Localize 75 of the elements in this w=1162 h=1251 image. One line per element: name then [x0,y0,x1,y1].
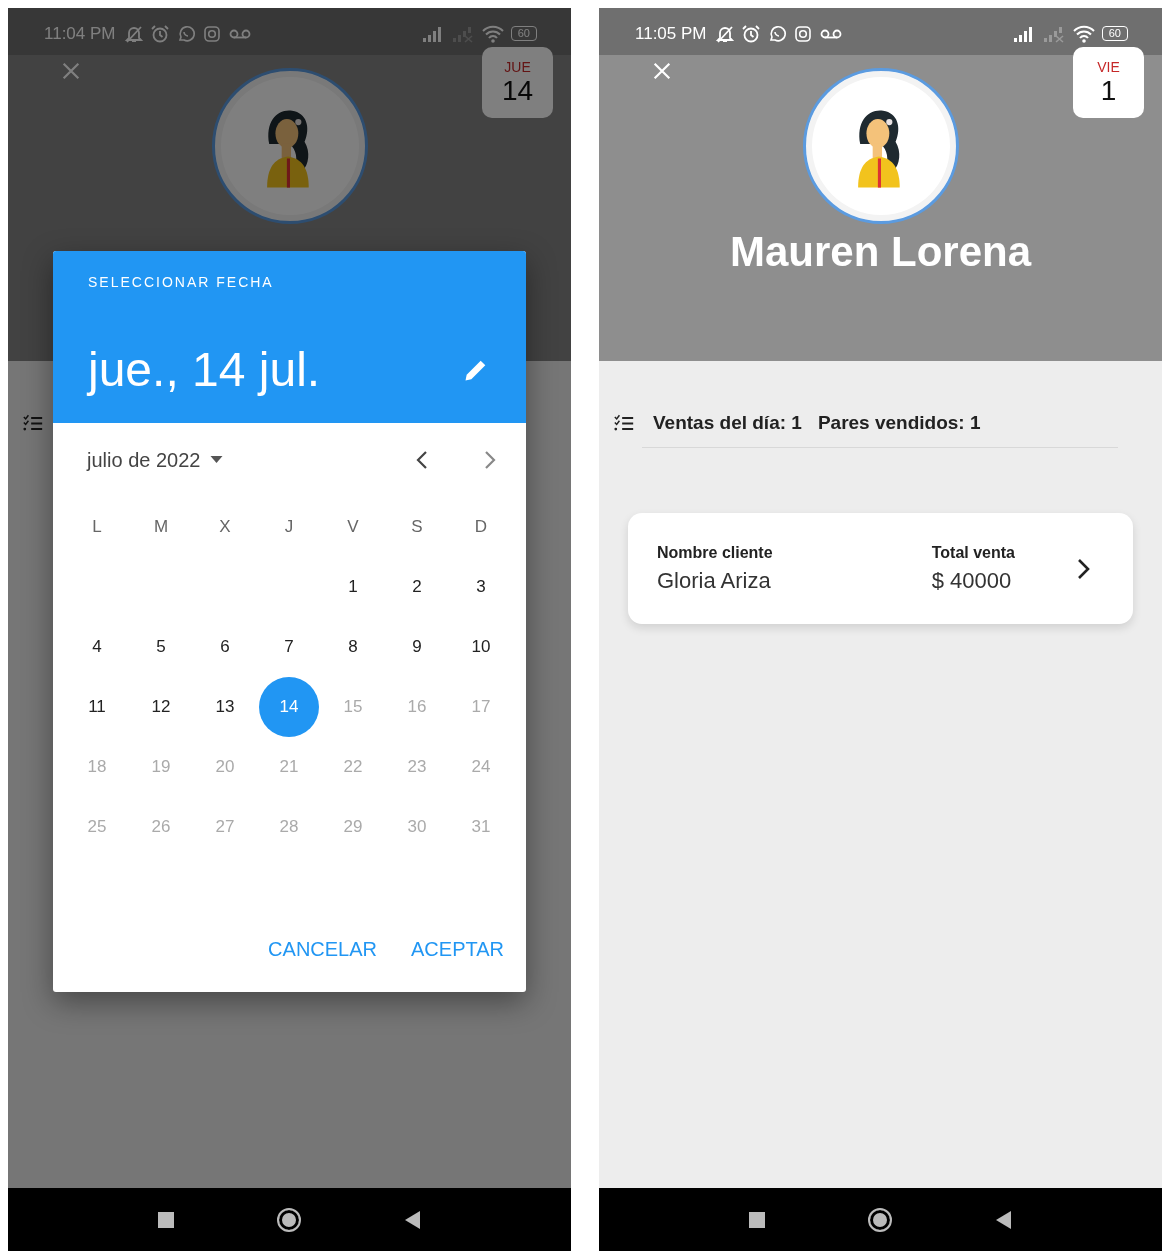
next-month-icon[interactable] [484,450,496,470]
date-badge-day: 14 [501,74,534,107]
previous-month-icon[interactable] [416,450,428,470]
selected-date: jue., 14 jul. [88,342,322,397]
sale-card[interactable]: Nombre cliente Gloria Ariza Total venta $ 40000 [628,513,1133,624]
calendar-day: 23 [387,737,447,797]
dialog-title: SELECCIONAR FECHA [88,274,275,290]
alarm-clock-icon [149,23,170,44]
date-badge-day: 1 [1100,74,1117,107]
calendar-day: 30 [387,797,447,857]
battery-indicator: 60 [1101,26,1128,41]
total-label: Total venta [931,543,1015,562]
close-icon[interactable] [651,60,673,82]
home-button[interactable] [277,1207,301,1232]
wifi-icon [1071,23,1096,44]
calendar-day: 26 [131,797,191,857]
calendar-day[interactable]: 13 [195,677,255,737]
calendar-day[interactable]: 1 [323,557,383,617]
caret-down-icon[interactable] [210,456,224,464]
calendar-day[interactable]: 12 [131,677,191,737]
weekday-label: M [153,517,169,537]
calendar-day: 18 [67,737,127,797]
calendar-day[interactable]: 2 [387,557,447,617]
date-badge-weekday: JUE [504,58,531,75]
sales-count: Ventas del día: 1 [653,412,802,434]
month-selector[interactable]: julio de 2022 [87,448,201,472]
calendar-day: 25 [67,797,127,857]
weekday-label: X [219,517,231,537]
calendar-day: 24 [451,737,511,797]
alarm-clock-icon [740,23,761,44]
profile-name: Mauren Lorena [729,228,1032,276]
calendar-day: 17 [451,677,511,737]
recents-button[interactable] [158,1211,174,1228]
calendar-day[interactable]: 10 [451,617,511,677]
weekday-label: S [411,517,423,537]
status-time: 11:05 PM [635,23,707,44]
calendar-day[interactable]: 9 [387,617,447,677]
calendar-day: 31 [451,797,511,857]
calendar-day[interactable]: 3 [451,557,511,617]
close-icon[interactable] [60,60,82,82]
checklist-icon [22,413,44,433]
status-time: 11:04 PM [44,23,116,44]
recents-button[interactable] [749,1211,765,1228]
checklist-icon [613,413,635,433]
calendar-day: 28 [259,797,319,857]
calendar-day: 19 [131,737,191,797]
calendar-day[interactable]: 11 [67,677,127,737]
calendar-day: 16 [387,677,447,737]
camera-icon [792,23,813,44]
back-button[interactable] [996,1210,1012,1229]
client-label: Nombre cliente [657,543,774,562]
date-badge-weekday: VIE [1097,58,1120,75]
calendar-day: 29 [323,797,383,857]
weekday-label: J [284,517,294,537]
calendar-day[interactable]: 5 [131,617,191,677]
calendar-day: 15 [323,677,383,737]
wifi-icon [480,23,505,44]
client-name: Gloria Ariza [657,567,772,594]
calendar-day: 20 [195,737,255,797]
weekday-label: D [474,517,488,537]
camera-icon [201,23,222,44]
calendar-day: 21 [259,737,319,797]
calendar-day[interactable]: 7 [259,617,319,677]
calendar-day[interactable]: 4 [67,617,127,677]
pairs-sold-count: Pares vendidos: 1 [817,412,981,434]
calendar-day: 27 [195,797,255,857]
weekday-label: V [347,517,359,537]
weekday-label: L [92,517,102,537]
total-amount: $ 40000 [931,567,1013,594]
calendar-day[interactable]: 6 [195,617,255,677]
home-button[interactable] [868,1207,892,1232]
back-button[interactable] [405,1210,421,1229]
battery-indicator: 60 [510,26,537,41]
calendar-day: 22 [323,737,383,797]
calendar-day[interactable]: 8 [323,617,383,677]
